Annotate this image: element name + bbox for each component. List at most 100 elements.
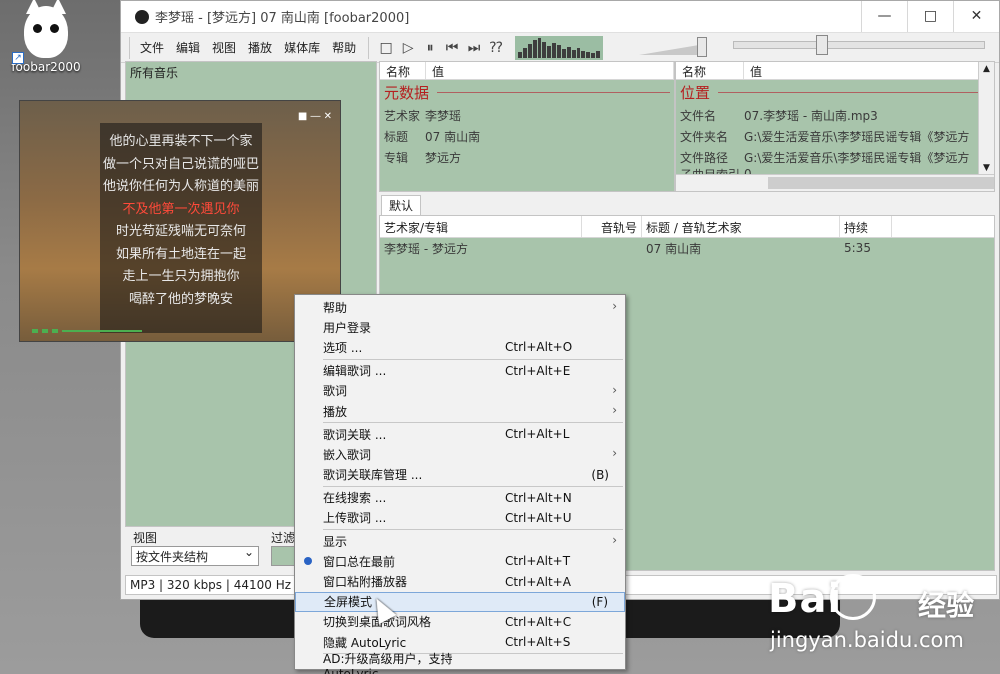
menu-help[interactable]: 帮助 xyxy=(326,39,362,56)
horizontal-scrollbar[interactable] xyxy=(676,174,994,191)
menu-item[interactable]: 播放 › xyxy=(295,401,625,421)
props-row: 文件名 07.李梦瑶 - 南山南.mp3 xyxy=(680,109,878,123)
menu-item[interactable]: 窗口粘附播放器 Ctrl+Alt+A xyxy=(295,571,625,591)
submenu-arrow-icon: › xyxy=(612,382,617,397)
menu-item[interactable]: 选项 ... Ctrl+Alt+O xyxy=(295,337,625,357)
radio-checked-icon xyxy=(304,557,312,566)
volume-thumb[interactable] xyxy=(697,37,707,57)
tab-default[interactable]: 默认 xyxy=(381,195,421,216)
playlist-row[interactable]: 李梦瑶 - 梦远方 07 南山南 5:35 xyxy=(380,238,994,258)
menu-edit[interactable]: 编辑 xyxy=(170,39,206,56)
section-metadata: 元数据 xyxy=(380,80,674,105)
maximize-button[interactable]: □ xyxy=(907,1,953,32)
next-icon[interactable]: ⏭ xyxy=(463,40,485,56)
menu-item[interactable]: 窗口总在最前 Ctrl+Alt+T xyxy=(295,551,625,571)
menu-item[interactable]: 歌词关联 ... Ctrl+Alt+L xyxy=(295,424,625,444)
lyrics-window-controls[interactable]: ■ ― ✕ xyxy=(298,111,332,122)
context-menu: 帮助 › 用户登录 选项 ... Ctrl+Alt+O 编辑歌词 ... Ctrl+Alt+… xyxy=(294,294,626,674)
menu-item[interactable]: 用户登录 xyxy=(295,317,625,337)
playlist-header: 艺术家/专辑 音轨号 标题 / 音轨艺术家 持续 xyxy=(380,216,994,238)
menu-item[interactable]: AD:升级高级用户，支持AutoLyric xyxy=(295,652,625,674)
props-col-value[interactable]: 值 xyxy=(426,62,674,79)
properties-location: 名称 值 位置 文件名 07.李梦瑶 - 南山南.mp3 文件夹名 G:\爱生活爱音… xyxy=(675,61,995,192)
props-col-name[interactable]: 名称 xyxy=(676,62,744,79)
scroll-down-icon[interactable]: ▼ xyxy=(979,163,994,173)
menu-separator xyxy=(323,358,623,360)
submenu-arrow-icon: › xyxy=(612,533,617,548)
lyric-line: 如果所有土地连在一起 xyxy=(115,246,246,262)
menu-item[interactable]: 全屏模式 (F) xyxy=(295,591,625,612)
menu-separator xyxy=(323,485,623,487)
playlist-tabs: 默认 xyxy=(379,193,995,216)
minimize-button[interactable]: — xyxy=(861,1,907,32)
lyrics-lines: 他的心里再装不下一个家 做一个只对自己说谎的哑巴 他说你任何为人称道的美丽 不及他第一… xyxy=(20,131,342,311)
props-row: 艺术家 李梦瑶 xyxy=(384,109,462,123)
menu-item[interactable]: 显示 › xyxy=(295,531,625,551)
menu-playback[interactable]: 播放 xyxy=(242,39,278,56)
menu-separator xyxy=(323,422,623,424)
menu-item[interactable]: 帮助 › xyxy=(295,297,625,317)
submenu-arrow-icon: › xyxy=(612,446,617,461)
filter-label: 过滤 xyxy=(271,531,296,545)
props-row: 专辑 梦远方 xyxy=(384,151,462,165)
scroll-up-icon[interactable]: ▲ xyxy=(979,64,994,74)
random-icon[interactable]: ⁇ xyxy=(485,40,507,56)
window-title: 李梦瑶 - [梦远方] 07 南山南 [foobar2000] xyxy=(155,11,410,26)
section-location: 位置 xyxy=(676,80,994,105)
menu-item[interactable]: 歌词关联库管理 ... (B) xyxy=(295,465,625,485)
seek-bar[interactable] xyxy=(733,41,985,49)
lyric-line: 时光苟延残喘无可奈何 xyxy=(115,224,246,239)
submenu-arrow-icon: › xyxy=(612,402,617,417)
lyrics-progress xyxy=(32,329,142,333)
submenu-arrow-icon: › xyxy=(612,299,617,313)
transport-controls: □ ▷ ⏸ ⏮ ⏭ ⁇ xyxy=(368,36,507,59)
seek-thumb[interactable] xyxy=(816,35,828,55)
title-bar[interactable]: 李梦瑶 - [梦远方] 07 南山南 [foobar2000] — □ ✕ xyxy=(121,1,999,33)
menu-view[interactable]: 视图 xyxy=(206,39,242,56)
play-icon[interactable]: ▷ xyxy=(397,40,419,56)
stop-icon[interactable]: □ xyxy=(375,40,397,56)
menu-item[interactable]: 歌词 › xyxy=(295,381,625,401)
lyrics-window[interactable]: ■ ― ✕ 他的心里再装不下一个家 做一个只对自己说谎的哑巴 他说你任何为人称道的美… xyxy=(19,100,341,342)
menu-separator xyxy=(323,529,623,531)
props-row: 文件夹名 G:\爱生活爱音乐\李梦瑶民谣专辑《梦远方 xyxy=(680,130,970,144)
library-root[interactable]: 所有音乐 xyxy=(126,62,376,83)
menu-item[interactable]: 编辑歌词 ... Ctrl+Alt+E xyxy=(295,361,625,381)
baidu-watermark: Bai 经验 jingyan.baidu.com xyxy=(768,574,975,652)
paw-icon xyxy=(830,574,876,620)
menu-item[interactable]: 切换到桌面歌词风格 Ctrl+Alt+C xyxy=(295,612,625,632)
lyric-line: 他的心里再装不下一个家 xyxy=(109,134,253,149)
volume-slider[interactable] xyxy=(639,37,709,57)
lyric-line: 不及他第一次遇见你 xyxy=(122,201,240,217)
lyric-line: 走上一生只为拥抱你 xyxy=(122,269,240,284)
pause-icon[interactable]: ⏸ xyxy=(419,40,441,56)
lyric-line: 他说你任何为人称道的美丽 xyxy=(102,179,259,194)
menu-item[interactable]: 上传歌词 ... Ctrl+Alt+U xyxy=(295,508,625,528)
properties-metadata: 名称 值 元数据 艺术家 李梦瑶 标题 07 南山南 专辑 梦远方 xyxy=(379,61,675,192)
props-col-name[interactable]: 名称 xyxy=(380,62,426,79)
col-duration[interactable]: 持续 xyxy=(840,216,892,237)
foobar-cat-icon xyxy=(24,0,68,58)
shortcut-arrow-icon: ↗ xyxy=(12,52,24,64)
menu-item[interactable]: 在线搜索 ... Ctrl+Alt+N xyxy=(295,488,625,508)
menu-bar: 文件 编辑 视图 播放 媒体库 帮助 xyxy=(129,36,362,59)
close-button[interactable]: ✕ xyxy=(953,1,999,32)
col-artist-album[interactable]: 艺术家/专辑 xyxy=(380,216,582,237)
view-select[interactable]: 按文件夹结构 xyxy=(131,545,259,566)
props-row: 文件路径 G:\爱生活爱音乐\李梦瑶民谣专辑《梦远方 xyxy=(680,151,970,165)
previous-icon[interactable]: ⏮ xyxy=(441,40,463,56)
menu-file[interactable]: 文件 xyxy=(134,39,170,56)
menu-item[interactable]: 嵌入歌词 › xyxy=(295,444,625,464)
desktop-icon-foobar2000[interactable]: ↗ foobar2000 xyxy=(8,0,84,74)
col-title[interactable]: 标题 / 音轨艺术家 xyxy=(642,216,840,237)
col-track[interactable]: 音轨号 xyxy=(582,216,642,237)
spectrum-visualizer xyxy=(515,35,604,60)
vertical-scrollbar[interactable]: ▲ ▼ xyxy=(978,62,994,175)
scroll-thumb[interactable] xyxy=(768,177,994,189)
app-icon xyxy=(135,9,149,24)
lyric-line: 做一个只对自己说谎的哑巴 xyxy=(102,156,259,172)
view-label: 视图 xyxy=(133,531,158,545)
menu-library[interactable]: 媒体库 xyxy=(278,39,326,56)
props-row: 标题 07 南山南 xyxy=(384,130,481,144)
props-col-value[interactable]: 值 xyxy=(744,62,994,79)
